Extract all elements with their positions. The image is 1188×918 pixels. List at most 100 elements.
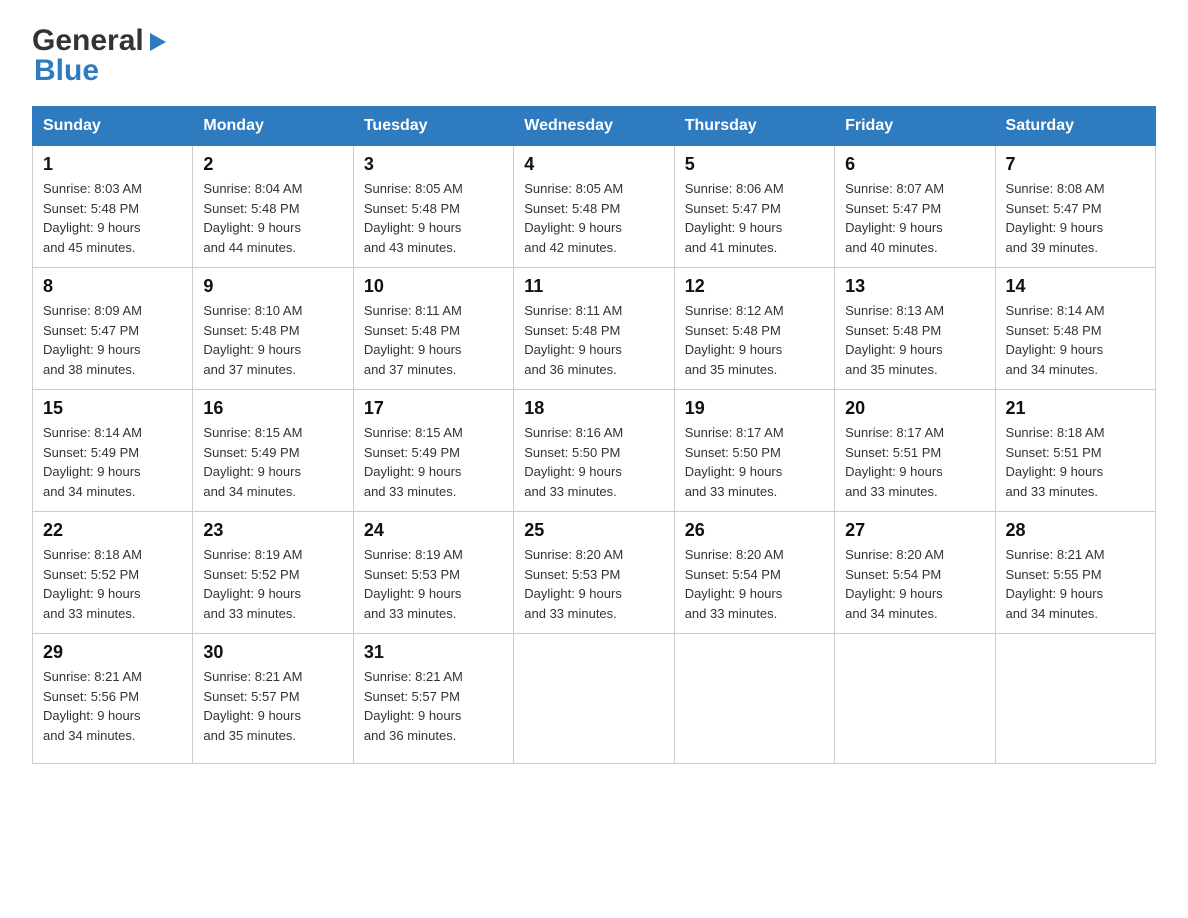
calendar-cell: 13 Sunrise: 8:13 AMSunset: 5:48 PMDaylig… — [835, 268, 995, 390]
calendar-cell: 17 Sunrise: 8:15 AMSunset: 5:49 PMDaylig… — [353, 390, 513, 512]
calendar-cell: 3 Sunrise: 8:05 AMSunset: 5:48 PMDayligh… — [353, 146, 513, 268]
calendar-cell: 30 Sunrise: 8:21 AMSunset: 5:57 PMDaylig… — [193, 634, 353, 764]
day-number: 15 — [43, 398, 182, 419]
day-number: 6 — [845, 154, 984, 175]
day-number: 10 — [364, 276, 503, 297]
day-number: 27 — [845, 520, 984, 541]
calendar-cell: 9 Sunrise: 8:10 AMSunset: 5:48 PMDayligh… — [193, 268, 353, 390]
day-number: 16 — [203, 398, 342, 419]
calendar-cell: 4 Sunrise: 8:05 AMSunset: 5:48 PMDayligh… — [514, 146, 674, 268]
day-number: 22 — [43, 520, 182, 541]
calendar-cell: 16 Sunrise: 8:15 AMSunset: 5:49 PMDaylig… — [193, 390, 353, 512]
day-number: 3 — [364, 154, 503, 175]
calendar-week-row: 1 Sunrise: 8:03 AMSunset: 5:48 PMDayligh… — [33, 146, 1156, 268]
day-number: 11 — [524, 276, 663, 297]
calendar-cell: 22 Sunrise: 8:18 AMSunset: 5:52 PMDaylig… — [33, 512, 193, 634]
calendar-cell: 27 Sunrise: 8:20 AMSunset: 5:54 PMDaylig… — [835, 512, 995, 634]
day-number: 29 — [43, 642, 182, 663]
day-info: Sunrise: 8:11 AMSunset: 5:48 PMDaylight:… — [524, 303, 622, 377]
day-info: Sunrise: 8:15 AMSunset: 5:49 PMDaylight:… — [364, 425, 463, 499]
calendar-cell: 20 Sunrise: 8:17 AMSunset: 5:51 PMDaylig… — [835, 390, 995, 512]
day-number: 30 — [203, 642, 342, 663]
calendar-week-row: 29 Sunrise: 8:21 AMSunset: 5:56 PMDaylig… — [33, 634, 1156, 764]
calendar-cell: 5 Sunrise: 8:06 AMSunset: 5:47 PMDayligh… — [674, 146, 834, 268]
day-info: Sunrise: 8:08 AMSunset: 5:47 PMDaylight:… — [1006, 181, 1105, 255]
day-number: 28 — [1006, 520, 1145, 541]
calendar-body: 1 Sunrise: 8:03 AMSunset: 5:48 PMDayligh… — [33, 146, 1156, 764]
day-number: 24 — [364, 520, 503, 541]
day-number: 25 — [524, 520, 663, 541]
day-info: Sunrise: 8:14 AMSunset: 5:49 PMDaylight:… — [43, 425, 142, 499]
day-info: Sunrise: 8:21 AMSunset: 5:57 PMDaylight:… — [203, 669, 302, 743]
calendar-cell: 14 Sunrise: 8:14 AMSunset: 5:48 PMDaylig… — [995, 268, 1155, 390]
day-info: Sunrise: 8:04 AMSunset: 5:48 PMDaylight:… — [203, 181, 302, 255]
day-info: Sunrise: 8:21 AMSunset: 5:56 PMDaylight:… — [43, 669, 142, 743]
day-info: Sunrise: 8:03 AMSunset: 5:48 PMDaylight:… — [43, 181, 142, 255]
calendar-table: SundayMondayTuesdayWednesdayThursdayFrid… — [32, 106, 1156, 764]
day-header-thursday: Thursday — [674, 107, 834, 146]
day-info: Sunrise: 8:16 AMSunset: 5:50 PMDaylight:… — [524, 425, 623, 499]
day-info: Sunrise: 8:20 AMSunset: 5:54 PMDaylight:… — [845, 547, 944, 621]
day-header-saturday: Saturday — [995, 107, 1155, 146]
day-header-tuesday: Tuesday — [353, 107, 513, 146]
day-info: Sunrise: 8:09 AMSunset: 5:47 PMDaylight:… — [43, 303, 142, 377]
calendar-cell — [835, 634, 995, 764]
day-number: 18 — [524, 398, 663, 419]
day-info: Sunrise: 8:05 AMSunset: 5:48 PMDaylight:… — [364, 181, 463, 255]
day-number: 21 — [1006, 398, 1145, 419]
day-info: Sunrise: 8:06 AMSunset: 5:47 PMDaylight:… — [685, 181, 784, 255]
calendar-cell: 2 Sunrise: 8:04 AMSunset: 5:48 PMDayligh… — [193, 146, 353, 268]
day-info: Sunrise: 8:17 AMSunset: 5:50 PMDaylight:… — [685, 425, 784, 499]
day-number: 26 — [685, 520, 824, 541]
calendar-cell: 19 Sunrise: 8:17 AMSunset: 5:50 PMDaylig… — [674, 390, 834, 512]
day-info: Sunrise: 8:07 AMSunset: 5:47 PMDaylight:… — [845, 181, 944, 255]
day-header-friday: Friday — [835, 107, 995, 146]
day-number: 4 — [524, 154, 663, 175]
calendar-cell — [995, 634, 1155, 764]
day-header-sunday: Sunday — [33, 107, 193, 146]
calendar-week-row: 15 Sunrise: 8:14 AMSunset: 5:49 PMDaylig… — [33, 390, 1156, 512]
calendar-cell: 18 Sunrise: 8:16 AMSunset: 5:50 PMDaylig… — [514, 390, 674, 512]
day-header-wednesday: Wednesday — [514, 107, 674, 146]
calendar-cell: 11 Sunrise: 8:11 AMSunset: 5:48 PMDaylig… — [514, 268, 674, 390]
day-number: 17 — [364, 398, 503, 419]
day-header-monday: Monday — [193, 107, 353, 146]
day-info: Sunrise: 8:18 AMSunset: 5:51 PMDaylight:… — [1006, 425, 1105, 499]
day-info: Sunrise: 8:10 AMSunset: 5:48 PMDaylight:… — [203, 303, 302, 377]
day-info: Sunrise: 8:21 AMSunset: 5:57 PMDaylight:… — [364, 669, 463, 743]
calendar-cell: 7 Sunrise: 8:08 AMSunset: 5:47 PMDayligh… — [995, 146, 1155, 268]
day-number: 19 — [685, 398, 824, 419]
logo-blue: Blue — [34, 54, 99, 87]
day-info: Sunrise: 8:11 AMSunset: 5:48 PMDaylight:… — [364, 303, 462, 377]
page-header: General Blue — [32, 24, 1156, 88]
calendar-week-row: 22 Sunrise: 8:18 AMSunset: 5:52 PMDaylig… — [33, 512, 1156, 634]
calendar-cell: 24 Sunrise: 8:19 AMSunset: 5:53 PMDaylig… — [353, 512, 513, 634]
day-info: Sunrise: 8:17 AMSunset: 5:51 PMDaylight:… — [845, 425, 944, 499]
calendar-week-row: 8 Sunrise: 8:09 AMSunset: 5:47 PMDayligh… — [33, 268, 1156, 390]
day-info: Sunrise: 8:12 AMSunset: 5:48 PMDaylight:… — [685, 303, 784, 377]
calendar-cell: 31 Sunrise: 8:21 AMSunset: 5:57 PMDaylig… — [353, 634, 513, 764]
day-number: 13 — [845, 276, 984, 297]
day-info: Sunrise: 8:15 AMSunset: 5:49 PMDaylight:… — [203, 425, 302, 499]
day-info: Sunrise: 8:19 AMSunset: 5:53 PMDaylight:… — [364, 547, 463, 621]
calendar-cell: 8 Sunrise: 8:09 AMSunset: 5:47 PMDayligh… — [33, 268, 193, 390]
day-number: 23 — [203, 520, 342, 541]
day-info: Sunrise: 8:19 AMSunset: 5:52 PMDaylight:… — [203, 547, 302, 621]
calendar-cell: 12 Sunrise: 8:12 AMSunset: 5:48 PMDaylig… — [674, 268, 834, 390]
day-number: 12 — [685, 276, 824, 297]
day-number: 2 — [203, 154, 342, 175]
day-info: Sunrise: 8:18 AMSunset: 5:52 PMDaylight:… — [43, 547, 142, 621]
calendar-cell: 1 Sunrise: 8:03 AMSunset: 5:48 PMDayligh… — [33, 146, 193, 268]
day-number: 31 — [364, 642, 503, 663]
calendar-header-row: SundayMondayTuesdayWednesdayThursdayFrid… — [33, 107, 1156, 146]
day-number: 1 — [43, 154, 182, 175]
day-info: Sunrise: 8:14 AMSunset: 5:48 PMDaylight:… — [1006, 303, 1105, 377]
day-number: 14 — [1006, 276, 1145, 297]
day-number: 5 — [685, 154, 824, 175]
calendar-cell: 29 Sunrise: 8:21 AMSunset: 5:56 PMDaylig… — [33, 634, 193, 764]
day-info: Sunrise: 8:13 AMSunset: 5:48 PMDaylight:… — [845, 303, 944, 377]
day-number: 8 — [43, 276, 182, 297]
day-info: Sunrise: 8:20 AMSunset: 5:54 PMDaylight:… — [685, 547, 784, 621]
logo-general: General — [32, 24, 144, 58]
calendar-cell — [514, 634, 674, 764]
